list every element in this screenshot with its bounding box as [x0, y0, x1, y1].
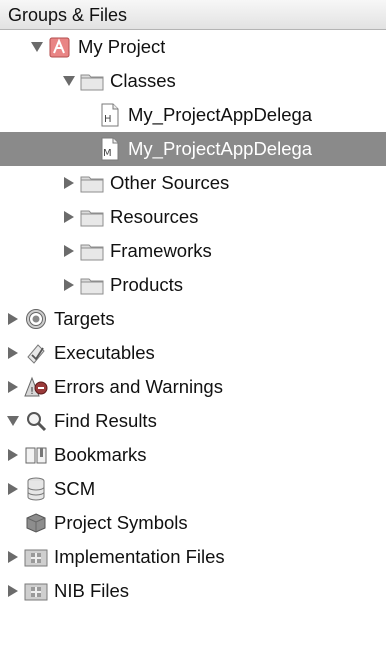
tree-row[interactable]: H My_ProjectAppDelega [0, 98, 386, 132]
folder-icon [80, 206, 104, 228]
disclosure-collapsed-icon[interactable] [6, 447, 20, 463]
disclosure-expanded-icon[interactable] [30, 39, 44, 55]
tree-row[interactable]: Products [0, 268, 386, 302]
tree-row[interactable]: Other Sources [0, 166, 386, 200]
disclosure-expanded-icon[interactable] [6, 413, 20, 429]
disclosure-collapsed-icon[interactable] [6, 345, 20, 361]
tree-row-label: Find Results [54, 410, 157, 431]
folder-icon [80, 240, 104, 262]
executable-icon [24, 342, 48, 364]
tree-row[interactable]: Targets [0, 302, 386, 336]
tree-row[interactable]: Project Symbols [0, 506, 386, 540]
tree-row[interactable]: NIB Files [0, 574, 386, 608]
svg-text:!: ! [30, 386, 34, 397]
tree-row-label: Errors and Warnings [54, 376, 223, 397]
tree-row-label: My Project [78, 36, 166, 57]
tree-row-label: SCM [54, 478, 96, 499]
tree-row[interactable]: SCM [0, 472, 386, 506]
disclosure-collapsed-icon[interactable] [62, 209, 76, 225]
smart-group-icon [24, 580, 48, 602]
tree-row-label: Products [110, 274, 184, 295]
disclosure-collapsed-icon[interactable] [6, 481, 20, 497]
disclosure-collapsed-icon[interactable] [62, 175, 76, 191]
project-icon [48, 36, 72, 58]
disclosure-collapsed-icon[interactable] [6, 583, 20, 599]
tree-row-label: Frameworks [110, 240, 212, 261]
tree-row[interactable]: ! Errors and Warnings [0, 370, 386, 404]
tree-row[interactable]: Classes [0, 64, 386, 98]
book-icon [24, 444, 48, 466]
disclosure-collapsed-icon[interactable] [6, 549, 20, 565]
disclosure-collapsed-icon[interactable] [6, 379, 20, 395]
header-file-icon: H [98, 103, 122, 127]
groups-and-files-panel: Groups & Files My Project Classes H My_Proj… [0, 0, 386, 666]
tree-row[interactable]: Frameworks [0, 234, 386, 268]
tree-row[interactable]: Executables [0, 336, 386, 370]
tree-row-label: Targets [54, 308, 115, 329]
tree-row-label: Other Sources [110, 172, 230, 193]
tree-row[interactable]: Implementation Files [0, 540, 386, 574]
tree-row[interactable]: Bookmarks [0, 438, 386, 472]
panel-header[interactable]: Groups & Files [0, 0, 386, 30]
warning-icon: ! [24, 376, 48, 398]
disclosure-expanded-icon[interactable] [62, 73, 76, 89]
search-icon [24, 410, 48, 432]
svg-text:M: M [103, 148, 112, 159]
folder-icon [80, 172, 104, 194]
tree-row-label: Project Symbols [54, 512, 188, 533]
tree-row[interactable]: Find Results [0, 404, 386, 438]
tree-row-label: My_ProjectAppDelega [128, 138, 313, 159]
tree-row-label: Bookmarks [54, 444, 147, 465]
tree-row-label: My_ProjectAppDelega [128, 104, 313, 125]
folder-icon [80, 274, 104, 296]
folder-icon [80, 70, 104, 92]
disclosure-collapsed-icon[interactable] [62, 277, 76, 293]
tree-row[interactable]: My Project [0, 30, 386, 64]
tree-row-label: Executables [54, 342, 155, 363]
disclosure-collapsed-icon[interactable] [6, 311, 20, 327]
tree-row-label: Classes [110, 70, 176, 91]
tree-row-label: Resources [110, 206, 199, 227]
disclosure-collapsed-icon[interactable] [62, 243, 76, 259]
tree-row-label: NIB Files [54, 580, 130, 601]
database-icon [24, 477, 48, 501]
smart-group-icon [24, 546, 48, 568]
cube-icon [24, 512, 48, 534]
tree-row[interactable]: Resources [0, 200, 386, 234]
tree-row[interactable]: M My_ProjectAppDelega [0, 132, 386, 166]
target-icon [24, 308, 48, 330]
svg-text:H: H [104, 114, 112, 125]
tree-row-label: Implementation Files [54, 546, 225, 567]
implementation-file-icon: M [98, 137, 122, 161]
